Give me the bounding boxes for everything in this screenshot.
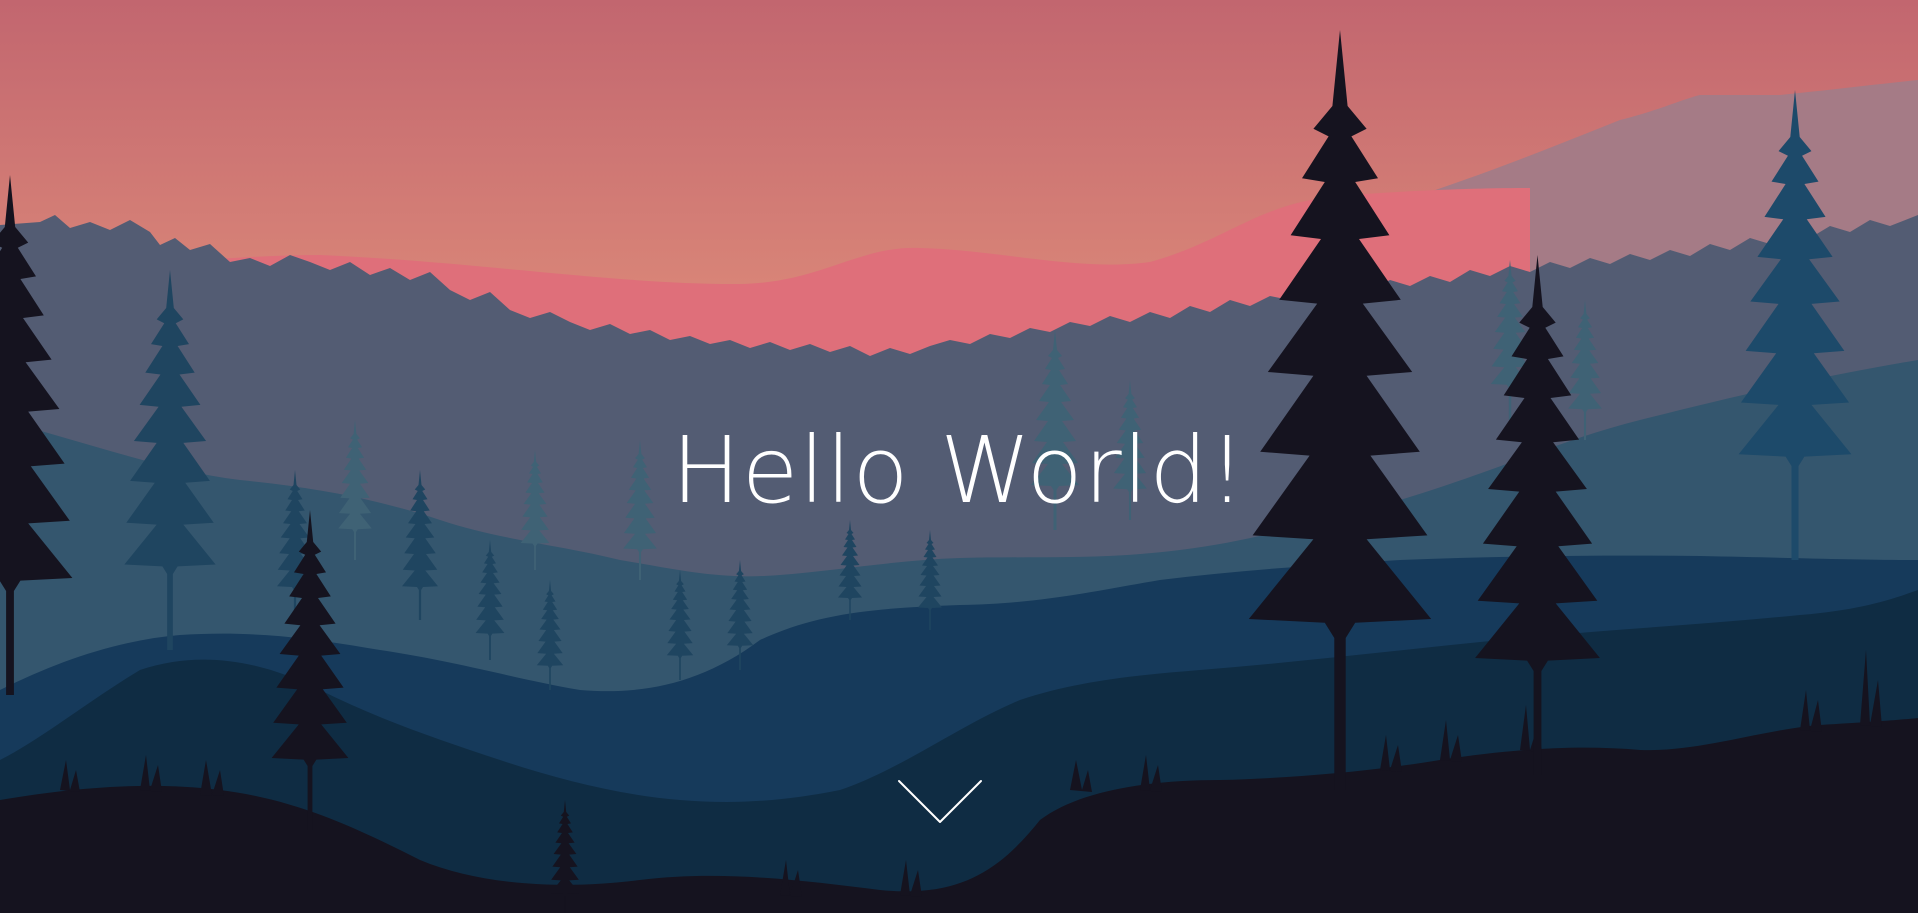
chevron-down-icon — [898, 780, 982, 823]
scroll-down-button[interactable] — [896, 778, 984, 826]
hero-section: Hello World! — [0, 0, 1918, 913]
hero-title: Hello World! — [671, 417, 1247, 524]
